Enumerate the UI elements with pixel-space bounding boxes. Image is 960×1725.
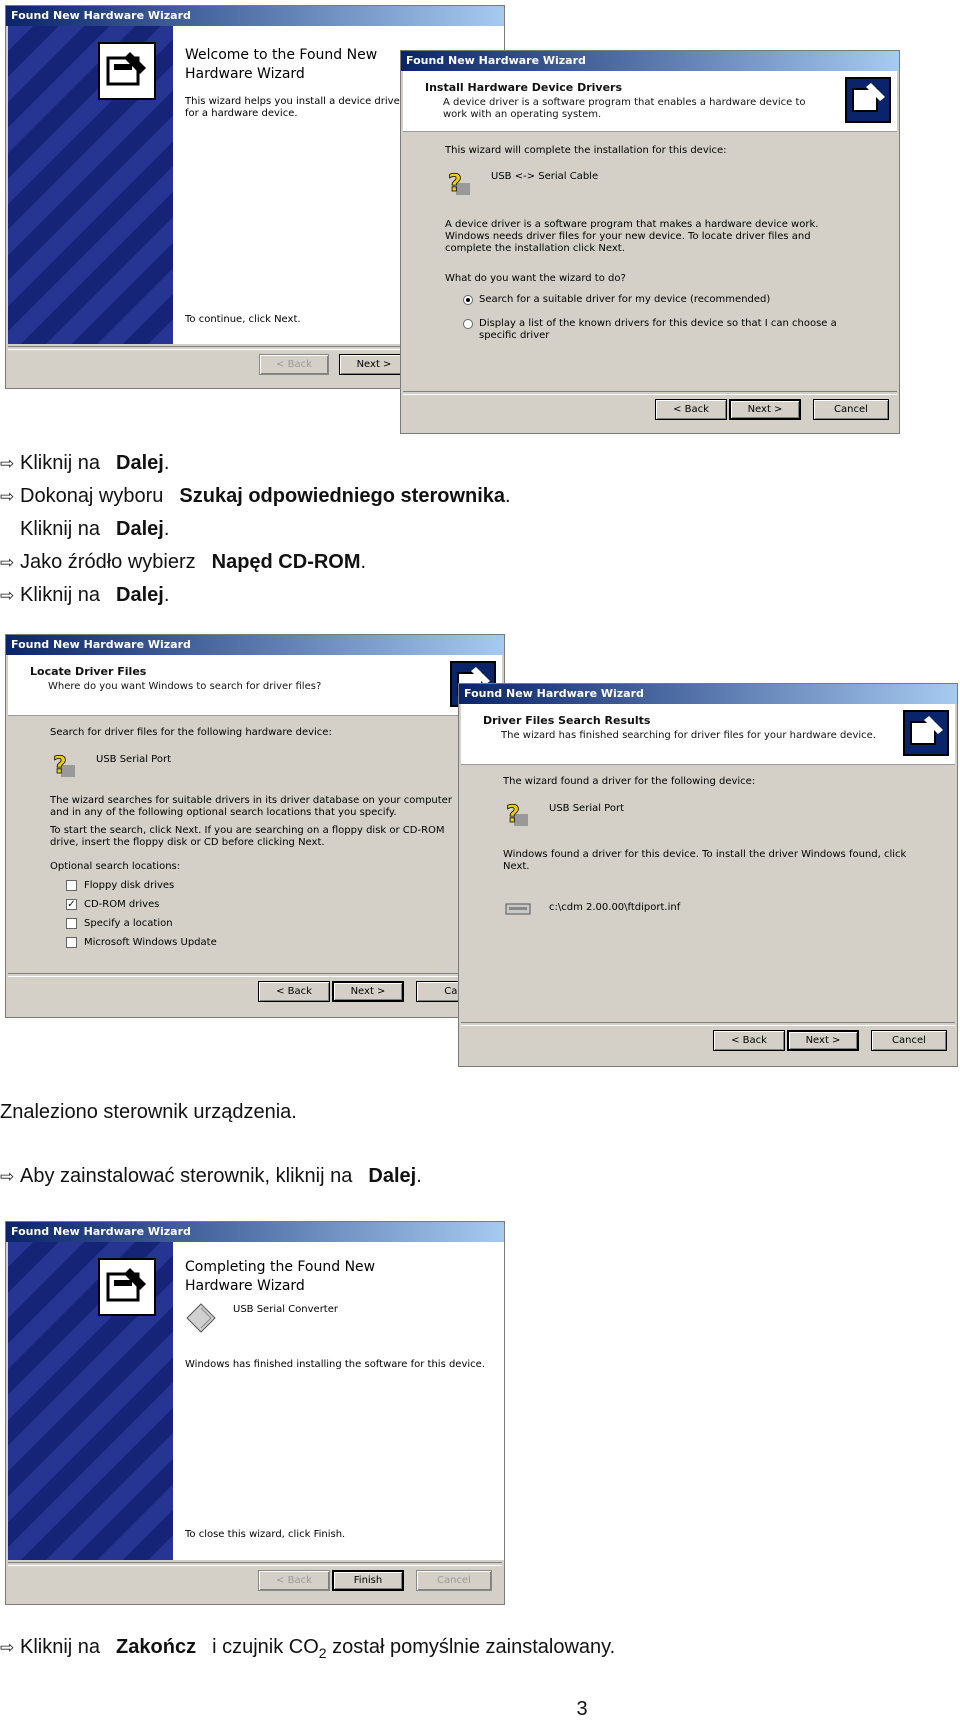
page-number: 3	[576, 1698, 588, 1720]
welcome-footer: To continue, click Next.	[185, 314, 301, 325]
next-button[interactable]: Next >	[787, 1030, 859, 1051]
wizard-header: Driver Files Search Results The wizard h…	[461, 704, 955, 765]
hardware-wizard-icon	[98, 1258, 156, 1316]
arrow-right-icon: ⇨	[0, 454, 15, 473]
arrow-right-icon: ⇨	[0, 487, 15, 506]
welcome-description: This wizard helps you install a device d…	[185, 96, 404, 119]
header-title: Locate Driver Files	[30, 665, 147, 678]
specify-location-checkbox[interactable]	[66, 918, 77, 929]
next-button[interactable]: Next >	[339, 354, 409, 375]
completing-heading: Completing the Found New Hardware Wizard	[185, 1259, 376, 1294]
wizard-header: Install Hardware Device Drivers A device…	[403, 71, 897, 132]
found-driver-text: Znaleziono sterownik urządzenia.	[0, 1101, 297, 1123]
usb-device-icon	[186, 1303, 216, 1333]
question-text: What do you want the wizard to do?	[445, 273, 626, 284]
install-finished-text: Windows has finished installing the soft…	[185, 1359, 485, 1370]
completing-wizard-window: Found New Hardware Wizard Completing the…	[5, 1221, 505, 1605]
arrow-right-icon: ⇨	[0, 553, 15, 572]
cancel-button[interactable]: Cancel	[813, 399, 889, 420]
hardware-wizard-icon	[98, 42, 156, 100]
wizard-side-banner	[8, 1242, 173, 1560]
device-name: USB Serial Port	[549, 803, 625, 814]
header-subtitle: A device driver is a software program th…	[443, 97, 806, 120]
wizard-side-banner	[8, 26, 173, 344]
back-button[interactable]: < Back	[713, 1030, 785, 1051]
window-title: Found New Hardware Wizard	[6, 1222, 504, 1242]
instruction-line: ⇨ Dokonaj wyboru Szukaj odpowiedniego ster…	[0, 483, 511, 510]
cdrom-label[interactable]: CD-ROM drives	[84, 899, 159, 911]
cancel-button[interactable]: Cancel	[871, 1030, 947, 1051]
question-device-icon: ?	[506, 800, 528, 828]
svg-text:?: ?	[53, 751, 67, 779]
hardware-wizard-icon	[845, 77, 891, 123]
instruction-line: ⇨ Jako źródło wybierz Napęd CD-ROM.	[0, 549, 366, 576]
back-button[interactable]: < Back	[655, 399, 727, 420]
instruction-line: ⇨ Kliknij na Dalej.	[0, 450, 169, 477]
cdrom-checkbox[interactable]: ✓	[66, 899, 77, 910]
svg-text:?: ?	[506, 800, 520, 828]
window-title: Found New Hardware Wizard	[459, 684, 957, 704]
subscript-2: 2	[318, 1645, 327, 1661]
final-instruction: ⇨ Kliknij na Zakończ i czujnik CO2 został p…	[0, 1636, 616, 1661]
next-button[interactable]: Next >	[332, 981, 404, 1002]
window-title: Found New Hardware Wizard	[401, 51, 899, 71]
driver-file-path: c:\cdm 2.00.00\ftdiport.inf	[549, 902, 681, 913]
device-name: USB Serial Port	[96, 754, 172, 765]
arrow-right-icon: ⇨	[0, 1167, 15, 1186]
search-results-wizard-window: Found New Hardware Wizard Driver Files S…	[458, 683, 958, 1067]
close-instruction: To close this wizard, click Finish.	[185, 1529, 346, 1540]
finish-button[interactable]: Finish	[332, 1570, 404, 1591]
locate-driver-files-wizard-window: Found New Hardware Wizard Locate Driver …	[5, 634, 505, 1018]
optional-locations-label: Optional search locations:	[50, 861, 181, 872]
instruction-line: ⇨ Kliknij na Dalej.	[0, 582, 169, 609]
hardware-wizard-icon	[903, 710, 949, 756]
arrow-right-icon: ⇨	[0, 1638, 15, 1657]
driver-description: A device driver is a software program th…	[445, 219, 819, 254]
search-option-label[interactable]: Search for a suitable driver for my devi…	[479, 294, 770, 306]
driver-file-icon	[505, 903, 531, 915]
intro-text: Search for driver files for the followin…	[50, 727, 332, 738]
back-button[interactable]: < Back	[258, 1570, 330, 1591]
windows-update-checkbox[interactable]	[66, 937, 77, 948]
intro-text: The wizard found a driver for the follow…	[503, 776, 756, 787]
question-device-icon: ?	[448, 169, 470, 197]
floppy-checkbox[interactable]	[66, 880, 77, 891]
install-drivers-wizard-window: Found New Hardware Wizard Install Hardwa…	[400, 50, 900, 434]
arrow-right-icon: ⇨	[0, 586, 15, 605]
start-search-description: To start the search, click Next. If you …	[50, 825, 445, 848]
svg-text:?: ?	[448, 169, 462, 197]
header-title: Driver Files Search Results	[483, 714, 651, 727]
back-button[interactable]: < Back	[258, 981, 330, 1002]
cancel-button[interactable]: Cancel	[416, 1570, 492, 1591]
display-list-option-label[interactable]: Display a list of the known drivers for …	[479, 318, 859, 342]
completing-content: Completing the Found New Hardware Wizard…	[173, 1242, 504, 1560]
separator	[461, 1022, 955, 1026]
header-subtitle: The wizard has finished searching for dr…	[501, 730, 876, 741]
specify-location-label[interactable]: Specify a location	[84, 918, 173, 930]
floppy-label[interactable]: Floppy disk drives	[84, 880, 174, 892]
window-title: Found New Hardware Wizard	[6, 635, 504, 655]
back-button[interactable]: < Back	[259, 354, 329, 375]
next-button[interactable]: Next >	[729, 399, 801, 420]
separator	[8, 1562, 502, 1566]
welcome-heading: Welcome to the Found New Hardware Wizard	[185, 47, 378, 82]
header-title: Install Hardware Device Drivers	[425, 81, 623, 94]
search-option-radio[interactable]	[463, 295, 473, 305]
question-device-icon: ?	[53, 751, 75, 779]
wizard-header: Locate Driver Files Where do you want Wi…	[8, 655, 502, 716]
windows-update-label[interactable]: Microsoft Windows Update	[84, 937, 217, 949]
window-title: Found New Hardware Wizard	[6, 6, 504, 26]
display-list-option-radio[interactable]	[463, 319, 473, 329]
device-name: USB <-> Serial Cable	[491, 171, 599, 182]
driver-found-text: Windows found a driver for this device. …	[503, 849, 907, 872]
device-name: USB Serial Converter	[233, 1304, 338, 1315]
instruction-line: Kliknij na Dalej.	[20, 518, 170, 540]
intro-text: This wizard will complete the installati…	[445, 145, 727, 156]
search-description: The wizard searches for suitable drivers…	[50, 795, 452, 818]
separator	[8, 973, 502, 977]
instruction-line: ⇨ Aby zainstalować sterownik, kliknij na D…	[0, 1163, 422, 1190]
separator	[403, 391, 897, 395]
header-subtitle: Where do you want Windows to search for …	[48, 681, 322, 692]
